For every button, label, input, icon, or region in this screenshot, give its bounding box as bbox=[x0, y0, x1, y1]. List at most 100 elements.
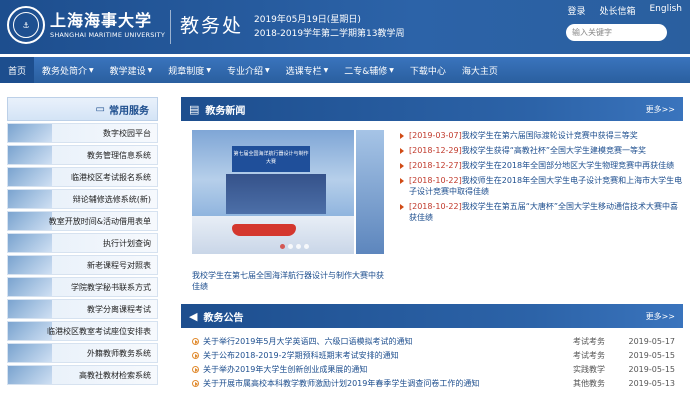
service-thumbnail bbox=[8, 366, 52, 384]
current-term: 2018-2019学年第二学期第13教学周 bbox=[254, 29, 405, 39]
service-label: 教务管理信息系统 bbox=[87, 150, 151, 160]
nav-label: 规章制度 bbox=[168, 66, 205, 77]
services-title: 常用服务 bbox=[109, 105, 149, 117]
announcement-title: 关于开展市属高校本科教学教师激励计划2019年春季学生调查问卷工作的通知 bbox=[203, 378, 480, 388]
news-text: 我校学生在2018年全国部分地区大学生物理竞赛中再获佳绩 bbox=[461, 161, 675, 170]
english-link[interactable]: English bbox=[650, 4, 683, 17]
nav-course-selection[interactable]: 选课专栏 ▼ bbox=[278, 57, 337, 83]
service-thumbnail bbox=[8, 212, 52, 230]
announcement-category: 实践教学 bbox=[573, 364, 605, 374]
announcement-title: 关于公布2018-2019-2学期预科班期末考试安排的通知 bbox=[203, 350, 399, 360]
announcement-category: 考试考务 bbox=[573, 336, 605, 346]
news-item[interactable]: [2019-03-07]我校学生在第六届国际渡轮设计竞赛中获得三等奖 bbox=[400, 130, 683, 141]
department-title: 教务处 bbox=[180, 15, 244, 37]
carousel-next-preview[interactable] bbox=[356, 130, 384, 254]
news-date: [2018-12-29] bbox=[409, 146, 462, 155]
service-plan-query[interactable]: 执行计划查询 bbox=[7, 233, 158, 253]
director-mailbox-link[interactable]: 处长信箱 bbox=[599, 4, 635, 17]
service-foreign-teacher-system[interactable]: 外籍教师教务系统 bbox=[7, 343, 158, 363]
chevron-down-icon: ▼ bbox=[147, 66, 153, 74]
news-list: [2019-03-07]我校学生在第六届国际渡轮设计竞赛中获得三等奖 [2018… bbox=[400, 130, 683, 227]
service-course-code-table[interactable]: 新老课程号对照表 bbox=[7, 255, 158, 275]
bullet-icon bbox=[192, 379, 199, 387]
main-content: ▤ 教务新闻 更多>> 第七届全国海洋航行器设计与制作大赛 我校学生在第七届全国… bbox=[181, 97, 683, 388]
carousel-dot[interactable] bbox=[304, 244, 309, 249]
group-photo bbox=[226, 174, 326, 214]
university-name-cn: 上海海事大学 bbox=[50, 11, 153, 30]
service-minor-system[interactable]: 辩论辅修选修系统(新) bbox=[7, 189, 158, 209]
nav-downloads[interactable]: 下载中心 bbox=[402, 57, 454, 83]
nav-minor[interactable]: 二专&辅修 ▼ bbox=[336, 57, 402, 83]
announcements-section: ◀ 教务公告 更多>> 关于举行2019年5月大学英语四、六级口语模拟考试的通知… bbox=[181, 304, 683, 390]
carousel-caption[interactable]: 我校学生在第七届全国海洋航行器设计与制作大赛中获佳绩 bbox=[192, 270, 384, 292]
news-more-link[interactable]: 更多>> bbox=[646, 104, 675, 115]
newspaper-icon: ▤ bbox=[189, 102, 200, 116]
university-name-en: SHANGHAI MARITIME UNIVERSITY bbox=[50, 31, 166, 39]
chevron-down-icon: ▼ bbox=[323, 66, 329, 74]
service-exam-registration[interactable]: 临港校区考试报名系统 bbox=[7, 167, 158, 187]
carousel-dot[interactable] bbox=[280, 244, 285, 249]
service-thumbnail bbox=[8, 146, 52, 164]
service-exam-seating[interactable]: 临港校区教室考试座位安排表 bbox=[7, 321, 158, 341]
nav-label: 下载中心 bbox=[409, 66, 446, 77]
announcement-date: 2019-05-15 bbox=[628, 364, 676, 374]
announcements-header: ◀ 教务公告 更多>> bbox=[181, 304, 683, 328]
announcement-title: 关于举行2019年5月大学英语四、六级口语模拟考试的通知 bbox=[203, 336, 413, 346]
announcement-row[interactable]: 关于举行2019年5月大学英语四、六级口语模拟考试的通知 考试考务 2019-05-… bbox=[181, 334, 683, 348]
announcement-row[interactable]: 关于举办2019年大学生创新创业成果展的通知 实践教学 2019-05-15 bbox=[181, 362, 683, 376]
login-link[interactable]: 登录 bbox=[567, 4, 585, 17]
news-item[interactable]: [2018-10-22]我校师生在2018年全国大学生电子设计竞赛和上海市大学生… bbox=[400, 175, 683, 197]
nav-rules[interactable]: 规章制度 ▼ bbox=[160, 57, 219, 83]
announcement-row[interactable]: 关于公布2018-2019-2学期预科班期末考试安排的通知 考试考务 2019-05… bbox=[181, 348, 683, 362]
service-label: 临港校区考试报名系统 bbox=[71, 172, 151, 182]
news-text: 我校学生获得“高教社杯”全国大学生建模竞赛一等奖 bbox=[461, 146, 647, 155]
service-label: 辩论辅修选修系统(新) bbox=[72, 194, 151, 204]
service-thumbnail bbox=[8, 322, 52, 340]
service-classroom-booking[interactable]: 教室开放时间&活动借用表单 bbox=[7, 211, 158, 231]
service-secretary-contacts[interactable]: 学院教学秘书联系方式 bbox=[7, 277, 158, 297]
service-thumbnail bbox=[8, 124, 52, 142]
carousel-dot[interactable] bbox=[296, 244, 301, 249]
news-item[interactable]: [2018-12-27]我校学生在2018年全国部分地区大学生物理竞赛中再获佳绩 bbox=[400, 160, 683, 171]
nav-home[interactable]: 首页 bbox=[0, 57, 35, 83]
university-logo[interactable]: ⚓ bbox=[7, 6, 45, 44]
service-label: 数字校园平台 bbox=[103, 128, 151, 138]
announcement-date: 2019-05-17 bbox=[628, 336, 676, 346]
service-label: 临港校区教室考试座位安排表 bbox=[47, 326, 151, 336]
search-input[interactable]: 输入关键字 bbox=[566, 24, 667, 41]
monitor-icon: ▭ bbox=[95, 103, 105, 115]
header-divider bbox=[170, 10, 171, 44]
main-nav: 首页 教务处简介 ▼ 教学建设 ▼ 规章制度 ▼ 专业介绍 ▼ 选课专栏 ▼ 二专&辅修 ▼… bbox=[0, 57, 690, 83]
nav-university-home[interactable]: 海大主页 bbox=[454, 57, 506, 83]
nav-label: 专业介绍 bbox=[226, 66, 263, 77]
service-label: 外籍教师教务系统 bbox=[87, 348, 151, 358]
chevron-down-icon: ▼ bbox=[389, 66, 394, 74]
news-item[interactable]: [2018-10-22]我校学生在第五届“大唐杯”全国大学生移动通信技术大赛中喜… bbox=[400, 201, 683, 223]
service-academic-system[interactable]: 教务管理信息系统 bbox=[7, 145, 158, 165]
news-item[interactable]: [2018-12-29]我校学生获得“高教社杯”全国大学生建模竞赛一等奖 bbox=[400, 145, 683, 156]
service-separated-exams[interactable]: 教学分离课程考试 bbox=[7, 299, 158, 319]
nav-label: 首页 bbox=[8, 66, 27, 77]
announcements-more-link[interactable]: 更多>> bbox=[646, 311, 675, 322]
service-label: 学院教学秘书联系方式 bbox=[71, 282, 151, 292]
news-date: [2018-10-22] bbox=[409, 176, 462, 185]
announcement-date: 2019-05-15 bbox=[628, 350, 676, 360]
news-carousel[interactable]: 第七届全国海洋航行器设计与制作大赛 bbox=[192, 130, 354, 254]
news-date: [2018-10-22] bbox=[409, 202, 462, 211]
service-thumbnail bbox=[8, 256, 52, 274]
announcement-row[interactable]: 关于开展市属高校本科教学教师激励计划2019年春季学生调查问卷工作的通知 其他教务… bbox=[181, 376, 683, 390]
announcement-category: 其他教务 bbox=[573, 378, 605, 388]
nav-label: 二专&辅修 bbox=[344, 66, 388, 77]
nav-majors[interactable]: 专业介绍 ▼ bbox=[219, 57, 278, 83]
logo-emblem: ⚓ bbox=[13, 12, 39, 38]
service-textbook-search[interactable]: 高教社教材检索系统 bbox=[7, 365, 158, 385]
bullet-icon bbox=[192, 351, 199, 359]
services-sidebar: ▭ 常用服务 数字校园平台 教务管理信息系统 临港校区考试报名系统 辩论辅修选修… bbox=[7, 97, 158, 404]
nav-about[interactable]: 教务处简介 ▼ bbox=[34, 57, 102, 83]
nav-teaching[interactable]: 教学建设 ▼ bbox=[102, 57, 161, 83]
service-thumbnail bbox=[8, 168, 52, 186]
service-digital-campus[interactable]: 数字校园平台 bbox=[7, 123, 158, 143]
carousel-banner: 第七届全国海洋航行器设计与制作大赛 bbox=[232, 146, 310, 172]
announcements-title: 教务公告 bbox=[203, 312, 244, 324]
carousel-dot[interactable] bbox=[288, 244, 293, 249]
